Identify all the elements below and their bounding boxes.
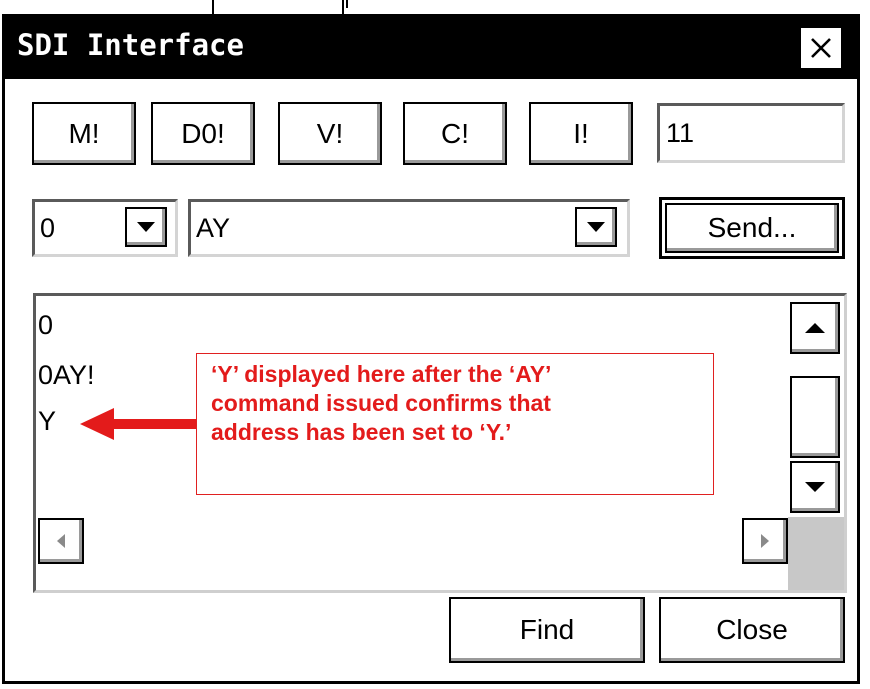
arrow-up-icon bbox=[805, 323, 825, 333]
scroll-thumb[interactable] bbox=[790, 376, 840, 458]
scroll-up-button[interactable] bbox=[790, 302, 840, 354]
identify-command-button[interactable]: I! bbox=[529, 102, 633, 165]
send-button[interactable]: Send... bbox=[659, 197, 845, 259]
result-field[interactable]: 11 bbox=[657, 103, 845, 163]
close-button[interactable]: Close bbox=[659, 597, 845, 663]
annotation-arrow bbox=[80, 408, 196, 440]
annotation-line: address has been set to ‘Y.’ bbox=[211, 419, 512, 445]
output-line: 0 bbox=[38, 310, 54, 340]
address-value: 0 bbox=[40, 213, 56, 243]
find-button[interactable]: Find bbox=[449, 597, 645, 663]
close-window-button[interactable] bbox=[799, 26, 843, 70]
output-line: 0AY! bbox=[38, 360, 95, 390]
annotation-line: command issued confirms that bbox=[211, 390, 551, 416]
chevron-down-icon bbox=[587, 222, 605, 232]
verify-command-button[interactable]: V! bbox=[278, 102, 382, 165]
result-value: 11 bbox=[666, 118, 695, 148]
arrow-down-icon bbox=[805, 482, 825, 492]
scroll-right-button[interactable] bbox=[742, 518, 788, 564]
address-dropdown-button[interactable] bbox=[125, 207, 167, 247]
arrow-right-icon bbox=[761, 534, 769, 548]
send-button-label: Send... bbox=[665, 203, 839, 253]
command-dropdown-button[interactable] bbox=[575, 207, 617, 247]
concurrent-command-button[interactable]: C! bbox=[403, 102, 507, 165]
scroll-down-button[interactable] bbox=[790, 461, 840, 513]
arrow-left-icon bbox=[57, 534, 65, 548]
close-icon bbox=[811, 38, 831, 58]
title-bar: SDI Interface bbox=[5, 17, 857, 79]
address-select[interactable]: 0 bbox=[32, 199, 178, 257]
annotation-callout: ‘Y’ displayed here after the ‘AY’ comman… bbox=[196, 353, 714, 495]
measure-command-button[interactable]: M! bbox=[32, 102, 136, 165]
window-title: SDI Interface bbox=[17, 28, 244, 62]
scrollbar-corner bbox=[788, 517, 844, 590]
output-line: Y bbox=[38, 406, 57, 436]
sdi-interface-dialog: SDI Interface M! D0! V! C! I! 11 0 AY Se… bbox=[2, 14, 860, 684]
chevron-down-icon bbox=[137, 222, 155, 232]
annotation-line: ‘Y’ displayed here after the ‘AY’ bbox=[211, 361, 552, 387]
scroll-left-button[interactable] bbox=[38, 518, 84, 564]
background-divider bbox=[346, 0, 348, 8]
command-value: AY bbox=[196, 213, 231, 243]
data-command-button[interactable]: D0! bbox=[151, 102, 255, 165]
command-select[interactable]: AY bbox=[188, 199, 630, 257]
